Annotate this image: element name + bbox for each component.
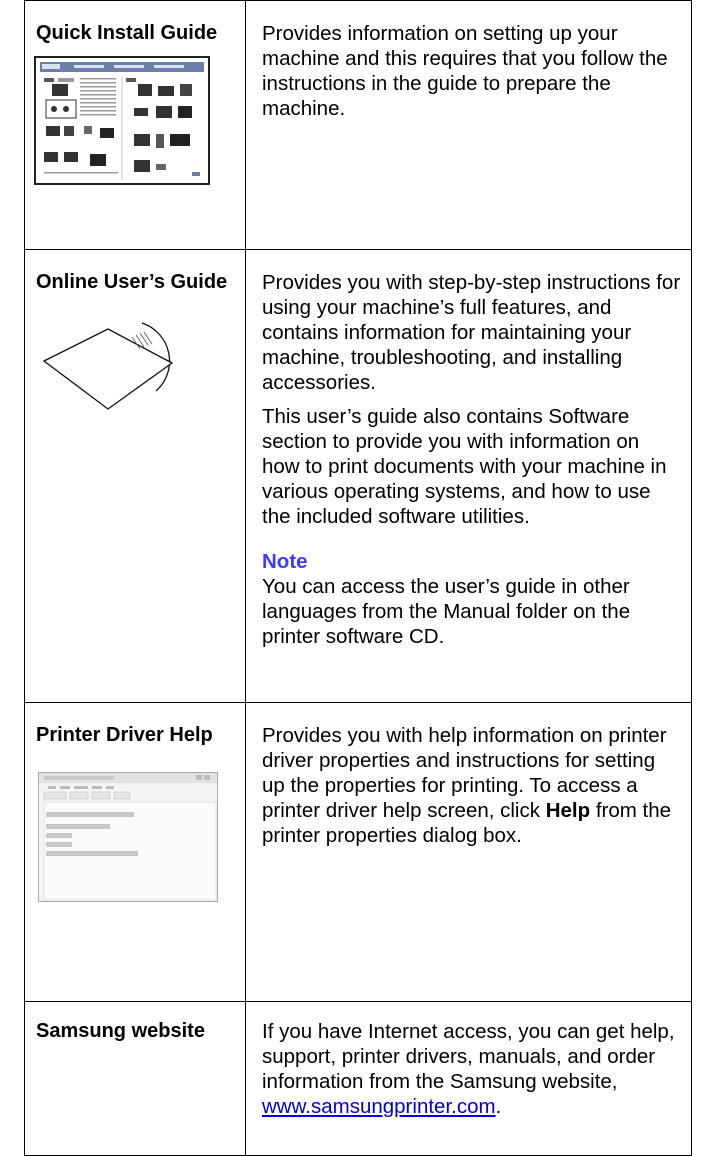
row-description-cell: Provides you with step-by-step instructi… bbox=[245, 249, 692, 703]
description-text: . bbox=[495, 1095, 502, 1118]
row-description: Provides you with help information on pr… bbox=[262, 723, 681, 848]
driver-help-screen-thumbnail bbox=[38, 771, 218, 902]
row-description: Provides information on setting up your … bbox=[262, 22, 668, 120]
table-row: Samsung website If you have Internet acc… bbox=[24, 1001, 692, 1156]
row-title: Online User’s Guide bbox=[36, 271, 228, 293]
note-text: You can access the user’s guide in other… bbox=[262, 575, 631, 648]
table-row: Quick Install Guide Provides information… bbox=[24, 0, 692, 250]
row-description: This user’s guide also contains Software… bbox=[262, 405, 667, 528]
row-label-cell: Printer Driver Help bbox=[24, 702, 246, 1002]
row-description-cell: Provides information on setting up your … bbox=[245, 0, 692, 250]
row-description-cell: Provides you with help information on pr… bbox=[245, 702, 692, 1002]
help-term: Help bbox=[545, 799, 591, 822]
cd-disc-icon bbox=[42, 321, 174, 410]
table-row: Printer Driver Help Provides you with he… bbox=[24, 702, 692, 1002]
table-row: Online User’s Guide Provides you with st… bbox=[24, 249, 692, 703]
row-label-cell: Online User’s Guide bbox=[24, 249, 246, 703]
row-title: Samsung website bbox=[36, 1020, 205, 1042]
quick-install-guide-thumbnail bbox=[34, 55, 210, 185]
row-description-cell: If you have Internet access, you can get… bbox=[245, 1001, 692, 1156]
row-label-cell: Quick Install Guide bbox=[24, 0, 246, 250]
row-title: Quick Install Guide bbox=[36, 22, 218, 44]
guide-table: Quick Install Guide Provides information… bbox=[24, 0, 692, 1156]
row-description: If you have Internet access, you can get… bbox=[262, 1019, 681, 1119]
note-heading: Note bbox=[262, 550, 308, 573]
website-link[interactable]: www.samsungprinter.com bbox=[262, 1095, 496, 1118]
row-label-cell: Samsung website bbox=[24, 1001, 246, 1156]
row-description: Provides you with step-by-step instructi… bbox=[262, 271, 681, 394]
description-text: If you have Internet access, you can get… bbox=[262, 1020, 675, 1093]
row-title: Printer Driver Help bbox=[36, 724, 213, 746]
